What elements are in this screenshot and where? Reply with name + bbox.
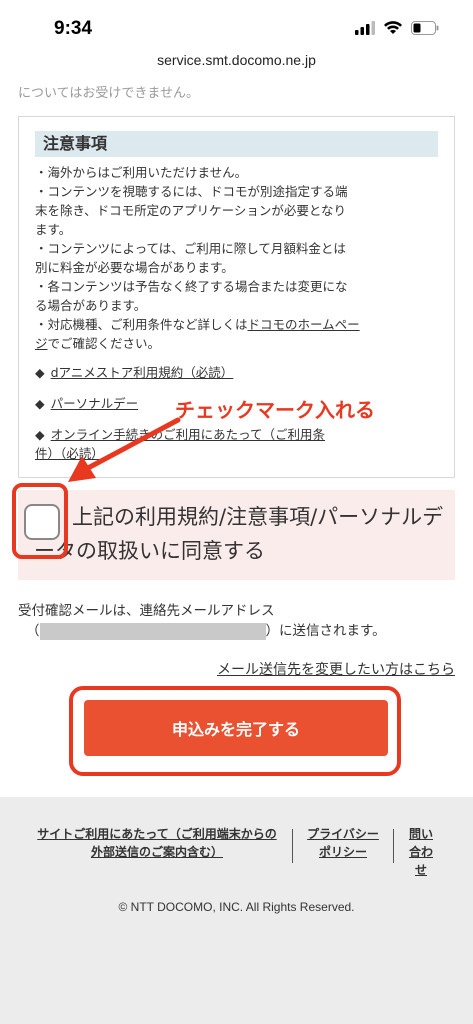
receipt-line2: （ ）に送信されます。	[18, 621, 386, 641]
privacy-policy-link[interactable]: プライバシー ポリシー	[305, 825, 381, 861]
terms-link-item: ◆ dアニメストア利用規約（必読）	[35, 363, 438, 382]
footer: サイトご利用にあたって（ご利用端末からの 外部送信のご案内含む） プライバシー …	[0, 797, 473, 1024]
contact-link-line2: 合わ	[408, 845, 433, 859]
annotation-label: チェックマーク入れる	[175, 398, 375, 422]
battery-icon	[411, 20, 439, 35]
terms-link[interactable]: dアニメストア利用規約（必読）	[51, 365, 234, 380]
diamond-icon: ◆	[35, 396, 45, 411]
notice-line: ・コンテンツを視聴するには、ドコモが別途指定する端	[35, 184, 348, 199]
notice-line: 別に料金が必要な場合があります。	[35, 260, 234, 275]
docomo-homepage-link-cont[interactable]: ジ	[35, 336, 48, 351]
site-usage-link[interactable]: サイトご利用にあたって（ご利用端末からの 外部送信のご案内含む）	[30, 825, 284, 861]
personal-data-link[interactable]: パーソナルデー	[51, 396, 139, 411]
copyright: © NTT DOCOMO, INC. All Rights Reserved.	[118, 900, 355, 914]
contact-link-line1: 問い	[408, 827, 433, 841]
notice-last-suffix: でご確認ください。	[47, 336, 161, 351]
site-usage-link-line1: サイトご利用にあたって（ご利用端末からの	[37, 827, 277, 841]
notice-line-last-cont: ジでご確認ください。	[35, 334, 438, 353]
status-bar: 9:34	[0, 0, 473, 52]
consent-label[interactable]: 上記の利用規約/注意事項/パーソナルデータの取扱いに同意する	[34, 500, 444, 568]
notice-body: ・海外からはご利用いただけません。 ・コンテンツを視聴するには、ドコモが別途指定…	[35, 163, 438, 353]
receipt-info: 受付確認メールは、連絡先メールアドレス （ ）に送信されます。	[18, 601, 386, 641]
diamond-icon: ◆	[35, 427, 45, 442]
signal-icon	[355, 20, 375, 35]
contact-link-line3: せ	[414, 863, 427, 877]
footer-divider	[393, 829, 394, 863]
status-time: 9:34	[54, 18, 93, 39]
privacy-link-line2: ポリシー	[318, 845, 367, 859]
consent-area[interactable]: 上記の利用規約/注意事項/パーソナルデータの取扱いに同意する	[18, 490, 455, 580]
online-terms-link-cont[interactable]: 件）（必読）	[35, 446, 104, 461]
notice-heading: 注意事項	[35, 131, 438, 157]
notice-line: ・海外からはご利用いただけません。	[35, 165, 248, 180]
diamond-icon: ◆	[35, 365, 45, 380]
notice-line: 末を除き、ドコモ所定のアプリケーションが必要となり	[35, 203, 347, 218]
receipt-suffix: ）に送信されます。	[265, 623, 386, 639]
footer-divider	[292, 829, 293, 863]
receipt-open-paren: （	[26, 623, 40, 639]
notice-line: る場合があります。	[35, 298, 147, 313]
online-terms-link-item: ◆ オンライン手続きのご利用にあたって（ご利用条	[35, 425, 438, 444]
notice-line: ます。	[35, 222, 72, 237]
online-terms-link[interactable]: オンライン手続きのご利用にあたって（ご利用条	[51, 427, 325, 442]
site-usage-link-line2: 外部送信のご案内含む）	[90, 845, 223, 859]
checkbox-highlight-frame	[12, 483, 68, 559]
privacy-link-line1: プライバシー	[307, 827, 379, 841]
docomo-homepage-link[interactable]: ドコモのホームペー	[248, 317, 360, 332]
notice-line: ・コンテンツによっては、ご利用に際して月額料金とは	[35, 241, 346, 256]
receipt-line1: 受付確認メールは、連絡先メールアドレス	[18, 603, 275, 619]
notice-line: ・各コンテンツは予告なく終了する場合または変更にな	[35, 279, 348, 294]
submit-button[interactable]: 申込みを完了する	[84, 700, 388, 756]
change-email-link[interactable]: メール送信先を変更したい方はこちら	[217, 659, 455, 679]
contact-link[interactable]: 問い 合わ せ	[408, 825, 434, 879]
footer-links: サイトご利用にあたって（ご利用端末からの 外部送信のご案内含む） プライバシー …	[0, 825, 473, 879]
notice-last-prefix: ・対応機種、ご利用条件など詳しくは	[35, 317, 248, 332]
notice-line-last: ・対応機種、ご利用条件など詳しくはドコモのホームペー	[35, 315, 438, 334]
status-icons	[355, 20, 439, 35]
scrolled-text: についてはお受けできません。	[18, 86, 199, 101]
browser-url[interactable]: service.smt.docomo.ne.jp	[0, 52, 473, 82]
masked-email	[39, 622, 266, 640]
online-terms-link-cont-item: 件）（必読）	[35, 444, 438, 463]
notice-box: 注意事項 ・海外からはご利用いただけません。 ・コンテンツを視聴するには、ドコモ…	[18, 116, 455, 478]
wifi-icon	[384, 21, 402, 34]
